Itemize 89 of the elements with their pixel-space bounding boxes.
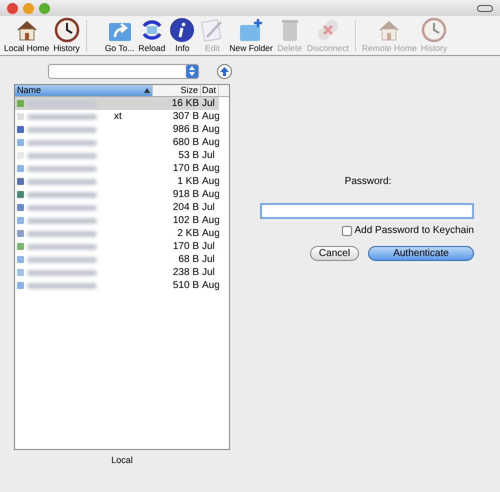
file-date: Jul <box>201 201 216 214</box>
pane-label: Local <box>111 454 133 467</box>
file-date: Jul <box>201 240 216 253</box>
file-date: Aug <box>201 162 219 175</box>
password-label: Password: <box>344 175 392 189</box>
blurred-name <box>27 166 97 172</box>
dialog-button[interactable]: Authenticate <box>368 246 474 261</box>
file-date: Jul <box>201 266 216 279</box>
file-size: 16 KB <box>170 97 200 110</box>
info-icon <box>169 17 196 43</box>
file-row[interactable]: xt 307 B Aug <box>15 110 219 123</box>
file-row[interactable]: 986 B Aug <box>15 123 219 136</box>
checkbox[interactable] <box>342 226 352 236</box>
toolbar-button[interactable]: Reload <box>137 17 166 55</box>
file-date: Aug <box>201 227 219 240</box>
file-size: 2 KB <box>176 227 200 240</box>
toolbar-button[interactable]: History <box>52 17 81 55</box>
column-header[interactable]: Size <box>153 85 201 96</box>
file-size: 510 B <box>172 279 200 292</box>
toolbar-button[interactable]: Info <box>168 17 196 55</box>
path-popup[interactable] <box>48 64 200 78</box>
new-folder-icon <box>238 17 264 43</box>
column-label: Name <box>17 85 42 96</box>
file-size: 170 B <box>172 240 200 253</box>
file-date: Jul <box>201 97 216 110</box>
file-row[interactable]: 1 KB Aug <box>15 175 219 188</box>
file-row[interactable]: 918 B Aug <box>15 188 219 201</box>
dialog-button[interactable]: Cancel <box>310 246 359 261</box>
blurred-name <box>27 256 97 262</box>
blurred-name <box>27 192 97 198</box>
file-name: xt <box>114 110 122 123</box>
file-date: Jul <box>201 253 216 266</box>
file-size: 102 B <box>172 214 200 227</box>
column-header[interactable]: Name <box>15 85 153 96</box>
file-size: 918 B <box>172 188 200 201</box>
file-date: Aug <box>201 175 219 188</box>
file-date: Aug <box>201 214 219 227</box>
toolbar-toggle-icon[interactable] <box>477 4 493 12</box>
file-row[interactable]: 16 KB Jul <box>15 97 219 110</box>
up-arrow-icon[interactable] <box>217 64 232 78</box>
password-field[interactable] <box>260 203 474 219</box>
blurred-name <box>27 230 97 236</box>
file-date: Aug <box>201 110 219 123</box>
column-header[interactable]: Dat <box>201 85 219 96</box>
blurred-name <box>27 244 97 250</box>
blurred-name <box>27 152 97 158</box>
file-date: Aug <box>201 123 219 136</box>
blurred-name <box>27 282 97 288</box>
file-row[interactable]: 68 B Jul <box>15 253 219 266</box>
blurred-name <box>27 204 97 210</box>
file-size: 680 B <box>172 136 200 149</box>
file-size: 238 B <box>172 266 200 279</box>
file-row[interactable]: 102 B Aug <box>15 214 219 227</box>
file-size: 68 B <box>177 253 200 266</box>
sort-arrow-icon <box>144 88 150 93</box>
close-icon[interactable] <box>7 2 18 14</box>
toolbar-button[interactable]: Go To... <box>104 17 136 55</box>
zoom-icon[interactable] <box>39 2 50 14</box>
blurred-name <box>27 178 97 184</box>
file-row[interactable]: 680 B Aug <box>15 136 219 149</box>
file-row[interactable]: 238 B Jul <box>15 266 219 279</box>
file-row[interactable]: 510 B Aug <box>15 279 219 292</box>
popup-arrows-icon <box>186 64 198 78</box>
file-date: Jul <box>201 149 216 162</box>
blurred-name <box>27 114 97 120</box>
column-label: Dat <box>202 85 216 96</box>
file-date: Aug <box>201 188 219 201</box>
blurred-name <box>27 270 97 276</box>
toolbar-button[interactable]: New Folder <box>228 17 274 55</box>
column-label: Size <box>180 85 198 96</box>
file-size: 307 B <box>172 110 200 123</box>
file-size: 986 B <box>172 123 200 136</box>
file-row[interactable]: 204 B Jul <box>15 201 219 214</box>
blurred-name <box>27 218 97 224</box>
file-row[interactable]: 2 KB Aug <box>15 227 219 240</box>
file-row[interactable]: 170 B Aug <box>15 162 219 175</box>
file-size: 204 B <box>172 201 200 214</box>
file-date: Aug <box>201 136 219 149</box>
file-size: 53 B <box>177 149 200 162</box>
file-size: 170 B <box>172 162 200 175</box>
clock-icon <box>420 17 447 43</box>
file-size: 1 KB <box>176 175 200 188</box>
blurred-name <box>27 140 97 146</box>
keychain-checkbox[interactable]: Add Password to Keychain <box>342 223 474 238</box>
toolbar-button[interactable]: Local Home <box>3 17 50 55</box>
blurred-name <box>27 126 97 132</box>
file-date: Aug <box>201 279 219 292</box>
file-row[interactable]: 170 B Jul <box>15 240 219 253</box>
file-row[interactable]: 53 B Jul <box>15 149 219 162</box>
